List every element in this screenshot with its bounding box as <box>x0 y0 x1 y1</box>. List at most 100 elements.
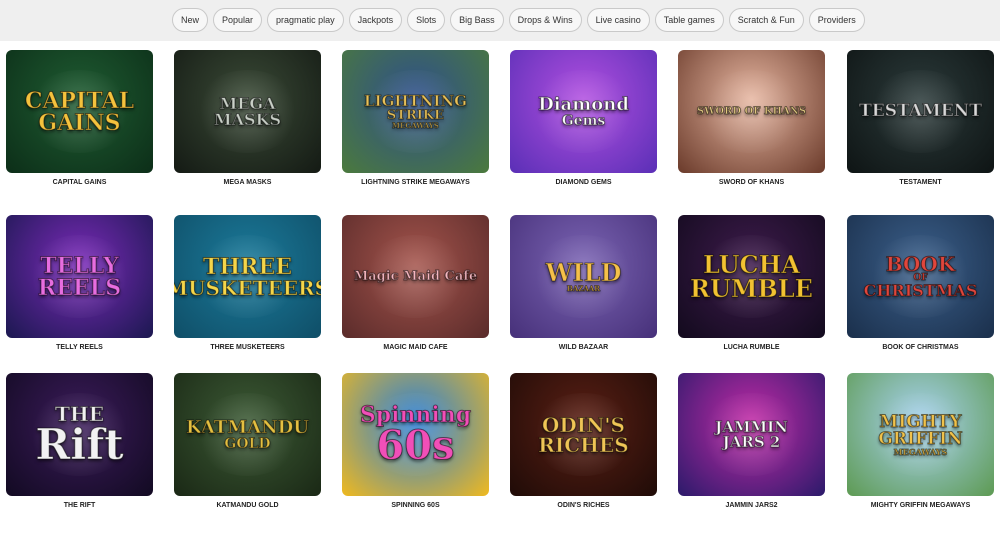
game-logo: THREE MUSKETEERS <box>174 253 321 300</box>
game-tile[interactable]: Diamond Gems DIAMOND GEMS <box>510 50 657 187</box>
filter-chip[interactable]: Providers <box>808 8 865 32</box>
game-title[interactable]: MEGA MASKS <box>174 178 321 187</box>
game-logo: CAPITAL GAINS <box>19 89 140 136</box>
game-thumbnail[interactable]: ODIN'S RICHES <box>510 373 657 496</box>
game-logo-line: 60s <box>376 421 455 469</box>
game-tile[interactable]: JAMMIN JARS 2 JAMMIN JARS2 <box>678 373 825 510</box>
game-title[interactable]: TESTAMENT <box>847 178 994 187</box>
game-logo: JAMMIN JARS 2 <box>709 419 794 451</box>
game-thumbnail[interactable]: LIGHTNING STRIKE MEGAWAYS <box>342 50 489 173</box>
game-logo-line: LUCHA <box>703 249 801 279</box>
game-title[interactable]: THE RIFT <box>6 501 153 510</box>
game-logo-line: REELS <box>37 274 122 301</box>
game-logo: Spinning 60s <box>354 403 477 469</box>
game-title[interactable]: LUCHA RUMBLE <box>678 343 825 352</box>
game-thumbnail[interactable]: SWORD OF KHANS <box>678 50 825 173</box>
game-thumbnail[interactable]: Spinning 60s <box>342 373 489 496</box>
game-title[interactable]: MIGHTY GRIFFIN MEGAWAYS <box>847 501 994 510</box>
game-thumbnail[interactable]: Magic Maid Cafe <box>342 215 489 338</box>
game-thumbnail[interactable]: MIGHTY GRIFFIN MEGAWAYS <box>847 373 994 496</box>
game-tile[interactable]: TESTAMENT TESTAMENT <box>847 50 994 187</box>
filter-chip-list: New Popular pragmatic play Jackpots Slots Big… <box>172 8 865 32</box>
filter-chip[interactable]: Jackpots <box>348 8 403 32</box>
game-tile[interactable]: LIGHTNING STRIKE MEGAWAYS LIGHTNING STRIKE … <box>342 50 489 187</box>
game-thumbnail[interactable]: TELLY REELS <box>6 215 153 338</box>
game-thumbnail[interactable]: THE Rift <box>6 373 153 496</box>
game-tile[interactable]: MEGA MASKS MEGA MASKS <box>174 50 321 187</box>
game-tile[interactable]: MIGHTY GRIFFIN MEGAWAYS MIGHTY GRIFFIN MEGA… <box>847 373 994 510</box>
game-thumbnail[interactable]: WILD BAZAAR <box>510 215 657 338</box>
game-tile[interactable]: BOOK OF CHRISTMAS BOOK OF CHRISTMAS <box>847 215 994 352</box>
game-thumbnail[interactable]: TESTAMENT <box>847 50 994 173</box>
game-logo-line: BOOK <box>885 252 956 276</box>
game-tile[interactable]: Magic Maid Cafe MAGIC MAID CAFE <box>342 215 489 352</box>
game-title[interactable]: CAPITAL GAINS <box>6 178 153 187</box>
game-logo-line: CHRISTMAS <box>863 281 978 300</box>
game-logo: THE Rift <box>29 403 129 469</box>
filter-chip[interactable]: Table games <box>654 8 724 32</box>
game-title[interactable]: DIAMOND GEMS <box>510 178 657 187</box>
filter-chip[interactable]: Drops & Wins <box>508 8 582 32</box>
game-thumbnail[interactable]: MEGA MASKS <box>174 50 321 173</box>
game-tile[interactable]: THREE MUSKETEERS THREE MUSKETEERS <box>174 215 321 352</box>
game-tile[interactable]: TELLY REELS TELLY REELS <box>6 215 153 352</box>
filter-bar: New Popular pragmatic play Jackpots Slots Big… <box>0 0 1000 41</box>
game-title[interactable]: THREE MUSKETEERS <box>174 343 321 352</box>
game-logo-line: Magic Maid Cafe <box>353 269 478 284</box>
game-title[interactable]: JAMMIN JARS2 <box>678 501 825 510</box>
game-tile[interactable]: CAPITAL GAINS CAPITAL GAINS <box>6 50 153 187</box>
game-title[interactable]: LIGHTNING STRIKE MEGAWAYS <box>342 178 489 187</box>
filter-chip[interactable]: Popular <box>213 8 263 32</box>
game-logo-line: Rift <box>35 419 124 469</box>
game-thumbnail[interactable]: JAMMIN JARS 2 <box>678 373 825 496</box>
game-logo-line: THREE <box>202 253 292 280</box>
game-thumbnail[interactable]: THREE MUSKETEERS <box>174 215 321 338</box>
game-logo-line: GOLD <box>224 435 271 452</box>
game-tile[interactable]: ODIN'S RICHES ODIN'S RICHES <box>510 373 657 510</box>
game-title[interactable]: WILD BAZAAR <box>510 343 657 352</box>
game-logo-line: MASKS <box>213 109 282 129</box>
game-title[interactable]: TELLY REELS <box>6 343 153 352</box>
game-logo-line: GRIFFIN <box>878 428 963 449</box>
game-thumbnail[interactable]: CAPITAL GAINS <box>6 50 153 173</box>
game-logo-line: LIGHTNING <box>364 92 468 110</box>
game-title[interactable]: BOOK OF CHRISTMAS <box>847 343 994 352</box>
filter-chip[interactable]: New <box>172 8 209 32</box>
game-logo-line: GAINS <box>38 109 121 136</box>
game-logo: TESTAMENT <box>853 102 988 120</box>
game-tile[interactable]: SWORD OF KHANS SWORD OF KHANS <box>678 50 825 187</box>
game-tile[interactable]: Spinning 60s SPINNING 60S <box>342 373 489 510</box>
game-title[interactable]: SPINNING 60S <box>342 501 489 510</box>
game-logo-line: MEGAWAYS <box>392 121 440 130</box>
game-logo-line: ODIN'S <box>541 412 625 437</box>
game-title[interactable]: ODIN'S RICHES <box>510 501 657 510</box>
filter-chip[interactable]: pragmatic play <box>267 8 344 32</box>
game-tile[interactable]: THE Rift THE RIFT <box>6 373 153 510</box>
game-tile[interactable]: LUCHA RUMBLE LUCHA RUMBLE <box>678 215 825 352</box>
game-thumbnail[interactable]: LUCHA RUMBLE <box>678 215 825 338</box>
game-logo: SWORD OF KHANS <box>691 105 812 117</box>
game-title[interactable]: MAGIC MAID CAFE <box>342 343 489 352</box>
game-thumbnail[interactable]: Diamond Gems <box>510 50 657 173</box>
game-logo-line: SWORD OF KHANS <box>696 105 807 117</box>
game-thumbnail[interactable]: BOOK OF CHRISTMAS <box>847 215 994 338</box>
filter-chip[interactable]: Slots <box>407 8 446 32</box>
game-logo: Magic Maid Cafe <box>348 269 483 284</box>
game-logo: MEGA MASKS <box>208 95 287 129</box>
game-tile[interactable]: KATMANDU GOLD KATMANDU GOLD <box>174 373 321 510</box>
game-title[interactable]: KATMANDU GOLD <box>174 501 321 510</box>
game-logo: WILD BAZAAR <box>540 260 628 293</box>
game-title[interactable]: SWORD OF KHANS <box>678 178 825 187</box>
game-logo: KATMANDU GOLD <box>180 418 315 452</box>
game-tile[interactable]: WILD BAZAAR WILD BAZAAR <box>510 215 657 352</box>
filter-chip[interactable]: Scratch & Fun <box>728 8 804 32</box>
filter-chip[interactable]: Live casino <box>586 8 650 32</box>
game-thumbnail[interactable]: KATMANDU GOLD <box>174 373 321 496</box>
game-logo-line: MIGHTY <box>879 411 962 432</box>
game-logo-line: TELLY <box>40 252 119 279</box>
game-logo-line: RICHES <box>538 432 629 457</box>
game-logo-line: MUSKETEERS <box>174 275 321 300</box>
game-row: CAPITAL GAINS CAPITAL GAINS MEGA MASKS MEGA M… <box>6 50 994 210</box>
filter-chip[interactable]: Big Bass <box>450 8 504 32</box>
game-logo-line: JARS 2 <box>722 432 781 451</box>
